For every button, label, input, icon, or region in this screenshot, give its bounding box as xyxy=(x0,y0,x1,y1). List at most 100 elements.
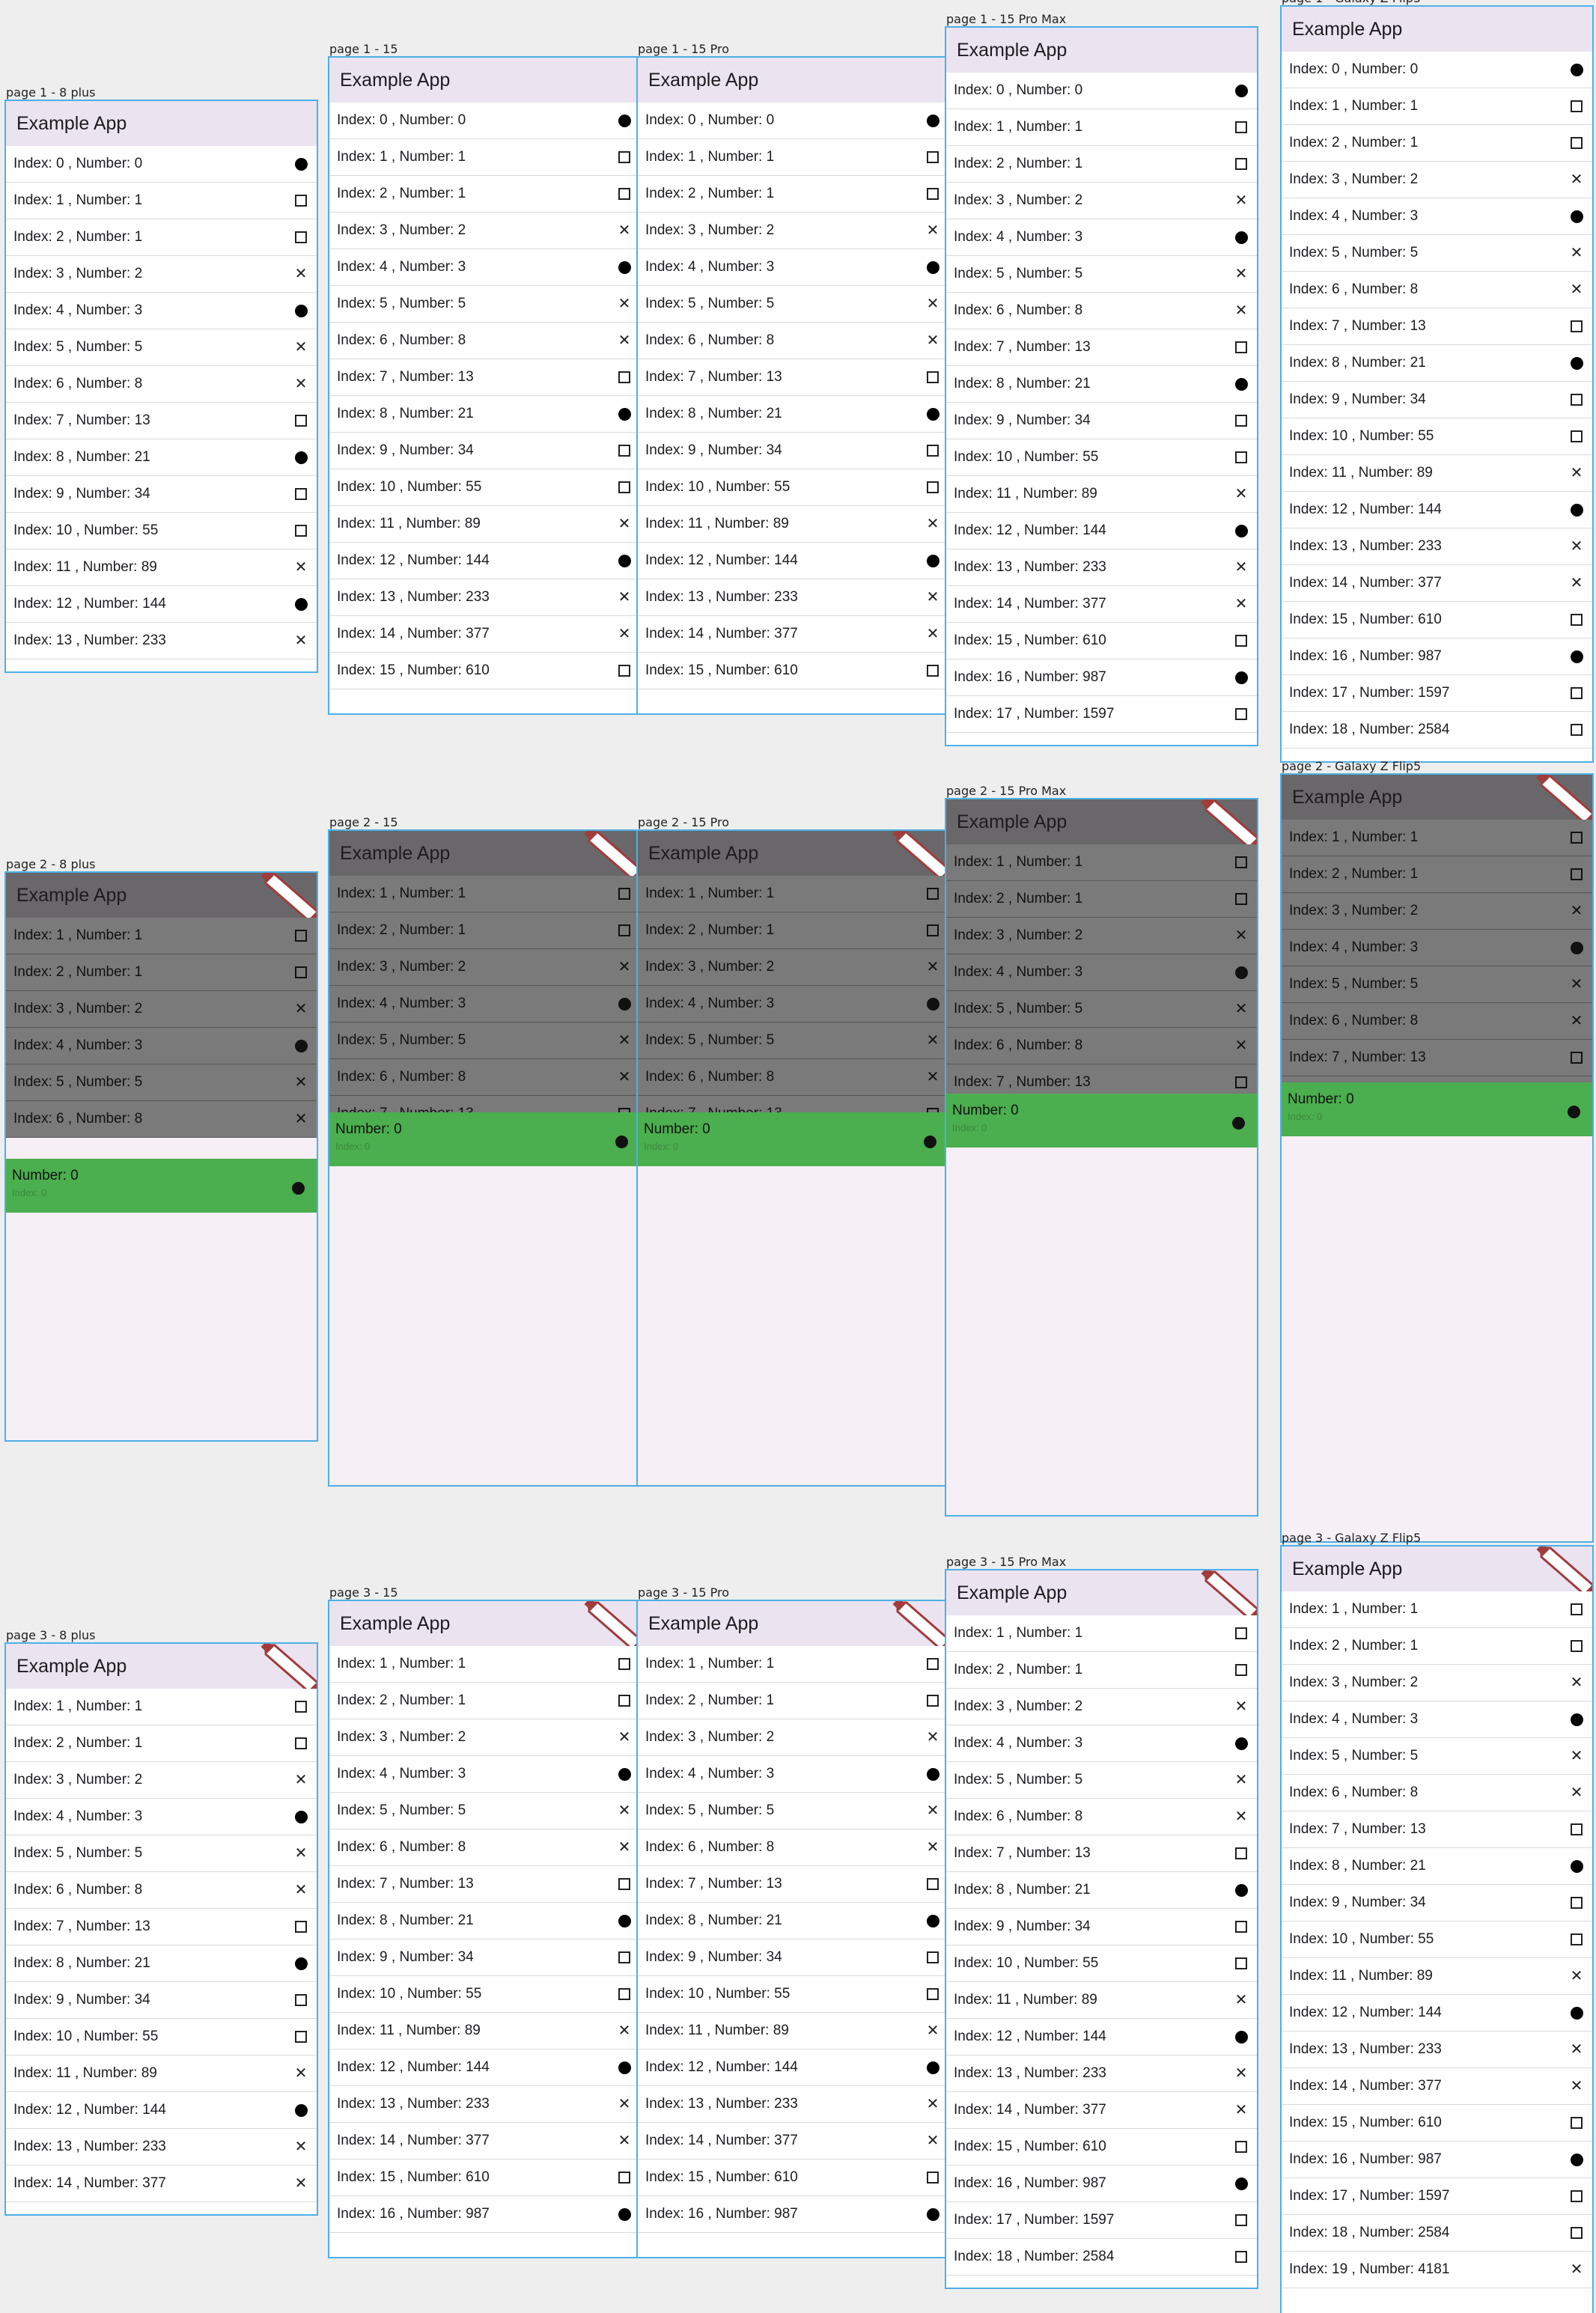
list-item[interactable]: Index: 3 , Number: 2 ✕ xyxy=(946,1689,1257,1725)
list-item[interactable]: Index: 4 , Number: 3 xyxy=(1282,930,1592,966)
list-item[interactable]: Index: 13 , Number: 233 ✕ xyxy=(329,579,640,616)
empty-square-icon[interactable] xyxy=(1233,633,1249,649)
list-item[interactable]: Index: 7 , Number: 13 xyxy=(6,403,317,439)
list-item[interactable]: Index: 6 , Number: 8 ✕ xyxy=(638,1829,948,1866)
list-item[interactable]: Index: 15 , Number: 610 xyxy=(638,653,948,689)
list-item[interactable]: Index: 12 , Number: 144 xyxy=(329,2050,640,2086)
filled-circle-icon[interactable] xyxy=(616,552,633,569)
empty-square-icon[interactable] xyxy=(925,1986,941,2002)
close-x-icon[interactable]: ✕ xyxy=(293,633,309,649)
close-x-icon[interactable]: ✕ xyxy=(1568,1013,1585,1029)
list-item[interactable]: Index: 8 , Number: 21 xyxy=(6,439,317,476)
list-item[interactable]: Index: 13 , Number: 233 ✕ xyxy=(946,549,1257,586)
close-x-icon[interactable]: ✕ xyxy=(1233,1992,1249,2008)
empty-square-icon[interactable] xyxy=(1233,119,1249,135)
filled-circle-icon[interactable] xyxy=(616,112,633,129)
close-x-icon[interactable]: ✕ xyxy=(616,222,633,239)
list-item[interactable]: Index: 8 , Number: 21 xyxy=(329,1903,640,1939)
list-item[interactable]: Index: 17 , Number: 1597 xyxy=(1282,2178,1592,2215)
list-item[interactable]: Index: 6 , Number: 8 ✕ xyxy=(329,1059,640,1096)
list-item[interactable]: Index: 1 , Number: 1 xyxy=(329,139,640,176)
close-x-icon[interactable]: ✕ xyxy=(293,559,309,576)
list-item[interactable]: Index: 5 , Number: 5 ✕ xyxy=(6,329,317,366)
list-item[interactable]: Index: 7 , Number: 13 xyxy=(1282,1811,1592,1848)
filled-circle-icon[interactable] xyxy=(1568,939,1585,956)
empty-square-icon[interactable] xyxy=(616,442,633,459)
list-item[interactable]: Index: 9 , Number: 34 xyxy=(638,433,948,469)
list-item[interactable]: Index: 1 , Number: 1 xyxy=(1282,88,1592,125)
empty-square-icon[interactable] xyxy=(293,1919,309,1935)
close-x-icon[interactable]: ✕ xyxy=(616,516,633,532)
filled-circle-icon[interactable] xyxy=(1233,1882,1249,1898)
list-item[interactable]: Index: 5 , Number: 5 ✕ xyxy=(6,1835,317,1872)
list-item[interactable]: Index: 10 , Number: 55 xyxy=(946,1945,1257,1982)
list-item[interactable]: Index: 18 , Number: 2584 xyxy=(946,2239,1257,2276)
list-item[interactable]: Index: 12 , Number: 144 xyxy=(638,543,948,579)
list-item[interactable]: Index: 2 , Number: 1 xyxy=(946,1652,1257,1689)
filled-circle-icon[interactable] xyxy=(616,2206,633,2222)
list-item[interactable]: Index: 3 , Number: 2 ✕ xyxy=(638,949,948,986)
close-x-icon[interactable]: ✕ xyxy=(1568,245,1585,261)
close-x-icon[interactable]: ✕ xyxy=(1233,559,1249,576)
filled-circle-icon[interactable] xyxy=(925,1766,941,1782)
list-item[interactable]: Index: 7 , Number: 13 xyxy=(1282,308,1592,345)
list-item[interactable]: Index: 5 , Number: 5 ✕ xyxy=(946,256,1257,293)
list-item[interactable]: Index: 7 , Number: 13 xyxy=(6,1909,317,1945)
filled-circle-icon[interactable] xyxy=(616,996,633,1012)
list-item[interactable]: Index: 6 , Number: 8 ✕ xyxy=(6,1872,317,1909)
close-x-icon[interactable]: ✕ xyxy=(293,1111,309,1127)
list-item[interactable]: Index: 1 , Number: 1 xyxy=(638,1646,948,1683)
list-item[interactable]: Index: 12 , Number: 144 xyxy=(946,513,1257,549)
list-item[interactable]: Index: 11 , Number: 89 ✕ xyxy=(638,2013,948,2050)
list-item[interactable]: Index: 3 , Number: 2 ✕ xyxy=(1282,1665,1592,1701)
close-x-icon[interactable]: ✕ xyxy=(925,516,941,532)
list-item[interactable]: Index: 14 , Number: 377 ✕ xyxy=(946,2092,1257,2129)
list-item[interactable]: Index: 2 , Number: 1 xyxy=(329,176,640,213)
filled-circle-icon[interactable] xyxy=(1233,82,1249,99)
list-item[interactable]: Index: 11 , Number: 89 ✕ xyxy=(329,2013,640,2050)
empty-square-icon[interactable] xyxy=(1233,339,1249,356)
list-item[interactable]: Index: 14 , Number: 377 ✕ xyxy=(946,586,1257,623)
list-item[interactable]: Index: 3 , Number: 2 ✕ xyxy=(1282,893,1592,930)
filled-circle-icon[interactable] xyxy=(1233,229,1249,246)
filled-circle-icon[interactable] xyxy=(1233,964,1249,981)
list-item[interactable]: Index: 10 , Number: 55 xyxy=(638,1976,948,2013)
close-x-icon[interactable]: ✕ xyxy=(1568,1674,1585,1691)
list-item[interactable]: Index: 4 , Number: 3 xyxy=(638,1756,948,1793)
empty-square-icon[interactable] xyxy=(1568,2225,1585,2241)
filled-circle-icon[interactable] xyxy=(1233,522,1249,539)
close-x-icon[interactable]: ✕ xyxy=(293,376,309,392)
filled-circle-icon[interactable] xyxy=(616,1913,633,1929)
filled-circle-icon[interactable] xyxy=(293,1037,309,1054)
close-x-icon[interactable]: ✕ xyxy=(293,2065,309,2082)
close-x-icon[interactable]: ✕ xyxy=(616,1069,633,1085)
filled-circle-icon[interactable] xyxy=(925,552,941,569)
list-item[interactable]: Index: 9 , Number: 34 xyxy=(6,1982,317,2019)
list-item[interactable]: Index: 6 , Number: 8 ✕ xyxy=(329,1829,640,1866)
list-item[interactable]: Index: 4 , Number: 3 xyxy=(6,1799,317,1835)
empty-square-icon[interactable] xyxy=(925,186,941,202)
filled-circle-icon[interactable] xyxy=(1568,1858,1585,1874)
list-item[interactable]: Index: 7 , Number: 13 xyxy=(946,1835,1257,1872)
list-item[interactable]: Index: 10 , Number: 55 xyxy=(6,2019,317,2056)
empty-square-icon[interactable] xyxy=(293,1698,309,1715)
list-item[interactable]: Index: 5 , Number: 5 ✕ xyxy=(1282,235,1592,272)
list-item[interactable]: Index: 2 , Number: 1 xyxy=(6,954,317,991)
list-item[interactable]: Index: 17 , Number: 1597 xyxy=(1282,675,1592,712)
list-item[interactable]: Index: 7 , Number: 13 xyxy=(638,1866,948,1903)
empty-square-icon[interactable] xyxy=(1233,156,1249,172)
list-item[interactable]: Index: 15 , Number: 610 xyxy=(329,653,640,689)
filled-circle-icon[interactable] xyxy=(293,449,309,466)
close-x-icon[interactable]: ✕ xyxy=(1568,1968,1585,1984)
list-item[interactable]: Index: 7 , Number: 13 xyxy=(1282,1040,1592,1076)
list-item[interactable]: Index: 4 , Number: 3 xyxy=(329,249,640,286)
list-item[interactable]: Index: 13 , Number: 233 ✕ xyxy=(1282,528,1592,565)
list-item[interactable]: Index: 8 , Number: 21 xyxy=(1282,1848,1592,1885)
list-item[interactable]: Index: 3 , Number: 2 ✕ xyxy=(6,1762,317,1799)
list-item[interactable]: Index: 1 , Number: 1 xyxy=(1282,1591,1592,1628)
list-item[interactable]: Index: 3 , Number: 2 ✕ xyxy=(638,213,948,249)
close-x-icon[interactable]: ✕ xyxy=(1233,1001,1249,1017)
list-item[interactable]: Index: 6 , Number: 8 ✕ xyxy=(638,1059,948,1096)
list-item[interactable]: Index: 1 , Number: 1 xyxy=(329,876,640,912)
list-item[interactable]: Index: 14 , Number: 377 ✕ xyxy=(329,2123,640,2160)
